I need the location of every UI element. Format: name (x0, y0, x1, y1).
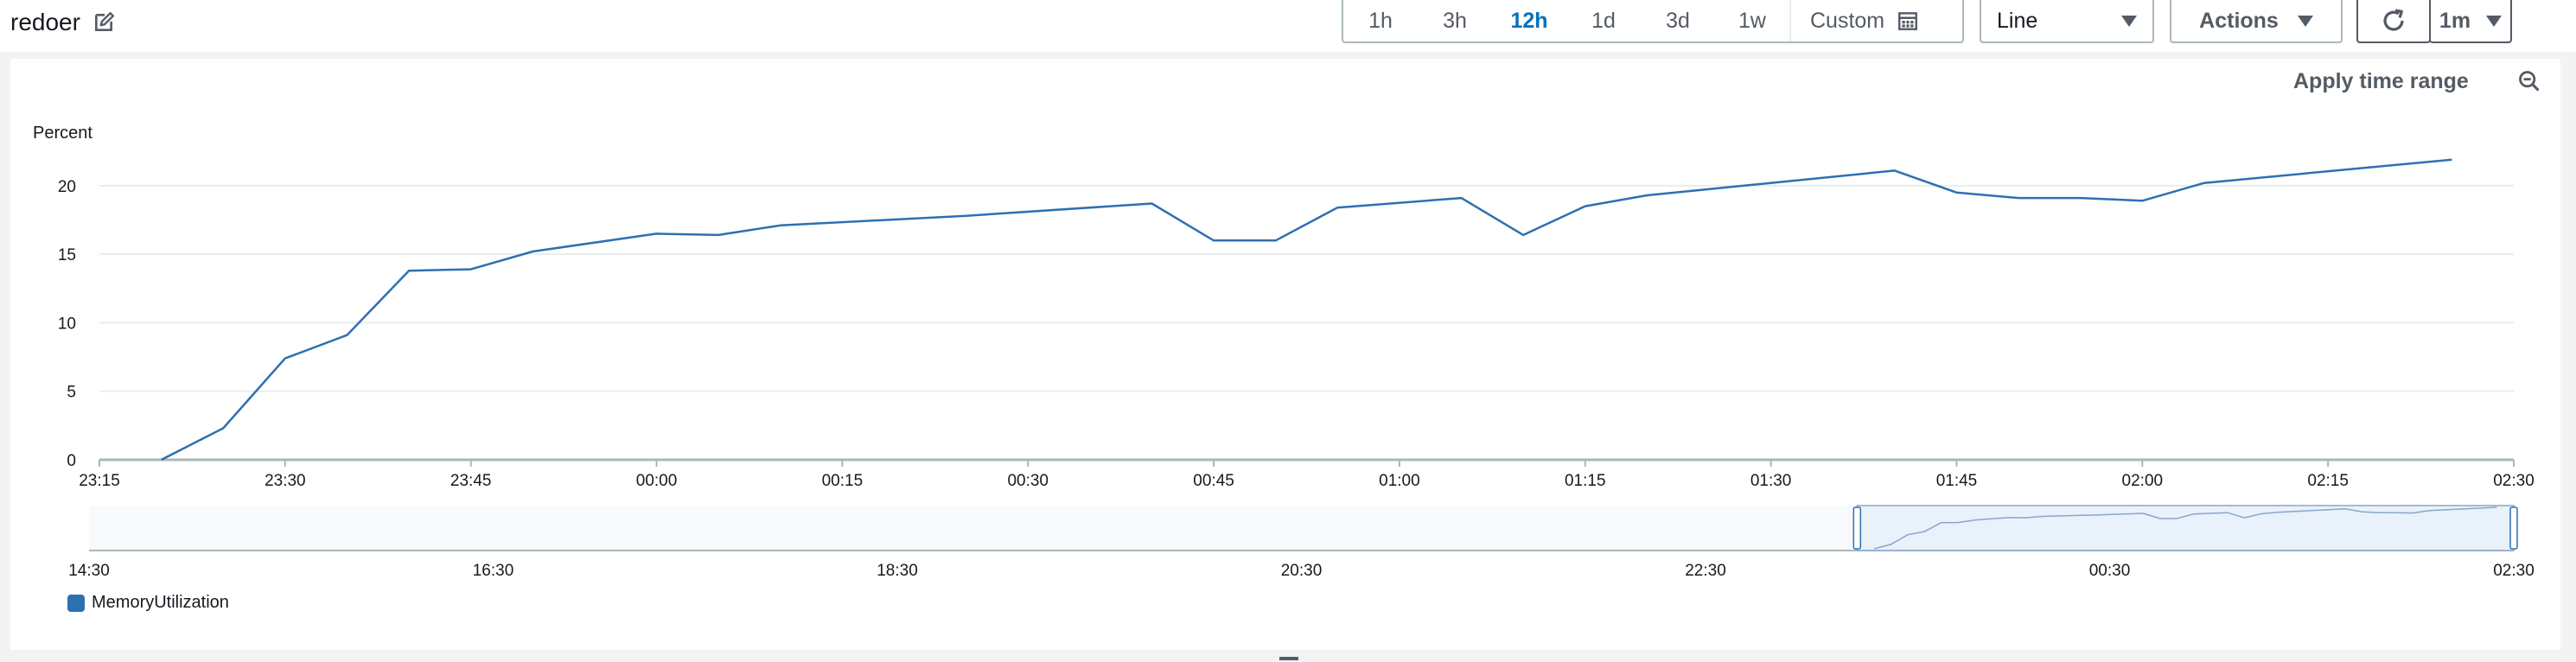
y-axis-label: Percent (33, 124, 92, 143)
x-tick-label: 23:45 (450, 472, 492, 490)
navigator-handle-left[interactable] (1852, 506, 1862, 550)
x-tick-label: 00:45 (1193, 472, 1234, 490)
y-tick-label: 5 (67, 384, 76, 402)
legend-label: MemoryUtilization (92, 593, 229, 612)
x-tick-label: 01:30 (1750, 472, 1792, 490)
y-tick-label: 15 (58, 246, 76, 264)
x-tick-label: 00:00 (636, 472, 678, 490)
series-line[interactable] (161, 158, 2452, 461)
x-tick-label: 01:00 (1379, 472, 1420, 490)
navigator-tick-label: 20:30 (1281, 562, 1323, 580)
y-tick-label: 10 (58, 315, 76, 333)
navigator-handle-right[interactable] (2509, 506, 2518, 550)
navigator-tick-label: 02:30 (2493, 562, 2535, 580)
navigator-tick-label: 16:30 (473, 562, 514, 580)
chart-legend[interactable]: MemoryUtilization (67, 593, 229, 613)
x-tick-label: 02:00 (2122, 472, 2164, 490)
x-tick-label: 02:30 (2493, 472, 2535, 490)
navigator-tick-label: 00:30 (2089, 562, 2131, 580)
resize-handle[interactable] (1279, 657, 1298, 660)
y-tick-label: 20 (58, 178, 76, 196)
x-tick-label: 23:15 (79, 472, 120, 490)
navigator-x-ticks: 14:30 16:30 18:30 20:30 22:30 00:30 02:30 (68, 562, 2535, 580)
x-tick-label: 23:30 (265, 472, 306, 490)
navigator-tick-label: 18:30 (877, 562, 918, 580)
line-chart: Percent 0 5 10 15 20 23:15 23:30 23:45 00:00 00:… (33, 124, 2535, 580)
x-axis-ticks: 23:15 23:30 23:45 00:00 00:15 00:30 00:45 01:00… (79, 460, 2535, 490)
time-navigator[interactable] (89, 505, 2518, 551)
x-tick-label: 00:15 (822, 472, 864, 490)
y-axis-ticks: 0 5 10 15 20 (58, 178, 76, 470)
chart-grid (99, 184, 2514, 461)
navigator-tick-label: 22:30 (1685, 562, 1726, 580)
navigator-tick-label: 14:30 (68, 562, 110, 580)
y-tick-label: 0 (67, 452, 76, 470)
x-tick-label: 02:15 (2307, 472, 2349, 490)
chart-series (161, 158, 2452, 461)
x-tick-label: 00:30 (1007, 472, 1049, 490)
x-tick-label: 01:15 (1565, 472, 1606, 490)
legend-swatch (67, 594, 85, 612)
x-tick-label: 01:45 (1936, 472, 1978, 490)
